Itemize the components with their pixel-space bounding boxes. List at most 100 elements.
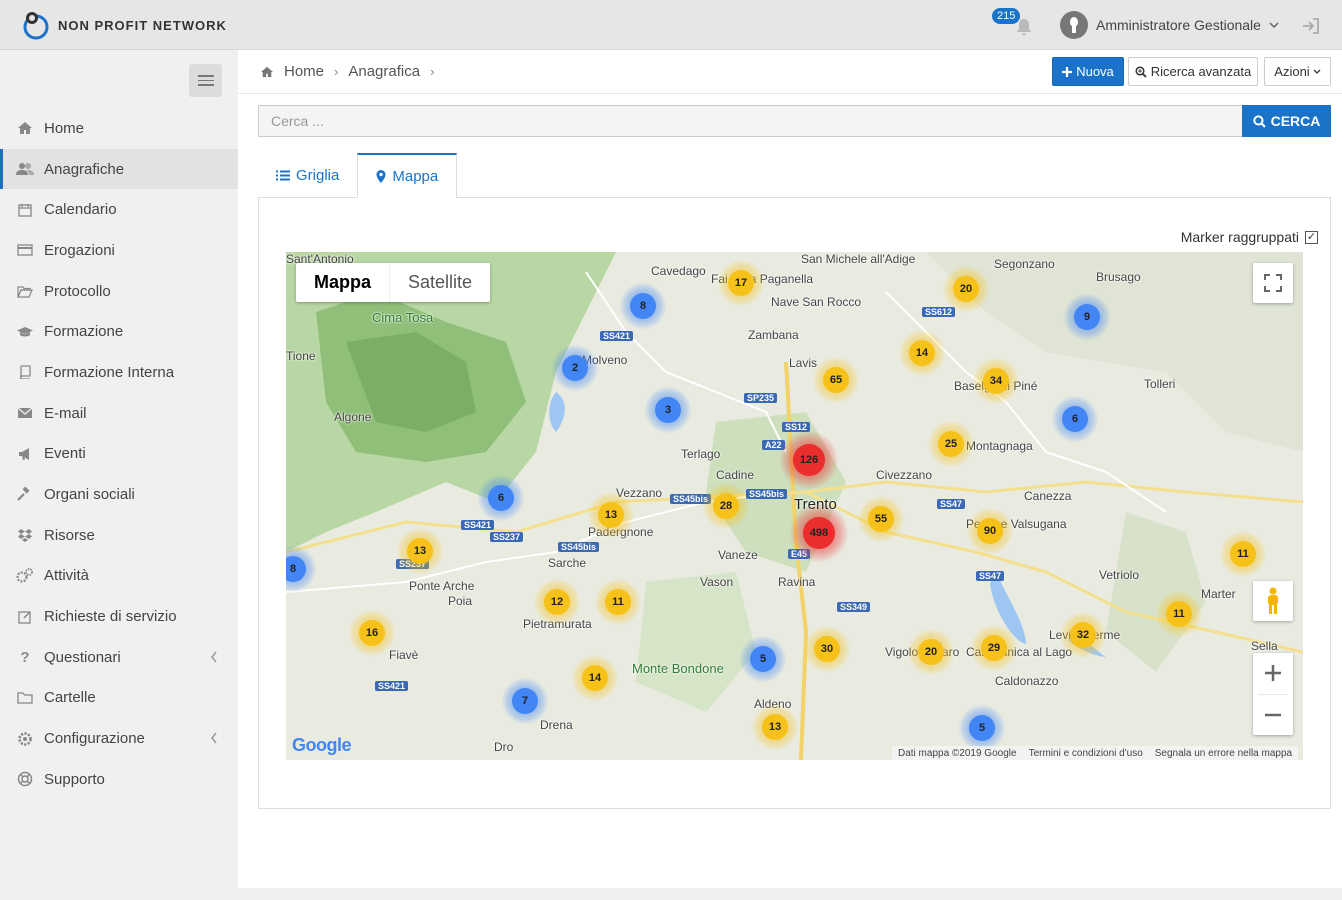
sidebar-item-supporto[interactable]: Supporto (0, 759, 238, 800)
edit-icon (16, 609, 34, 625)
map-cluster-marker[interactable]: 6 (1051, 395, 1099, 443)
logout-button[interactable] (1300, 15, 1322, 37)
map-cluster-marker[interactable]: 28 (702, 482, 750, 530)
breadcrumb-separator: › (430, 64, 435, 79)
cluster-count: 20 (918, 639, 944, 665)
map-cluster-marker[interactable]: 11 (1155, 590, 1203, 638)
map-cluster-marker[interactable]: 14 (571, 654, 619, 702)
street-view-pegman-button[interactable] (1253, 581, 1293, 621)
sidebar-item-configurazione[interactable]: Configurazione (0, 718, 238, 759)
map-cluster-marker[interactable]: 5 (739, 635, 787, 683)
sidebar-item-questionari[interactable]: ? Questionari (0, 637, 238, 678)
sidebar-item-eventi[interactable]: Eventi (0, 434, 238, 475)
sidebar-item-organi-sociali[interactable]: Organi sociali (0, 474, 238, 515)
tab-grid[interactable]: Griglia (258, 153, 358, 198)
zoom-out-button[interactable] (1253, 694, 1293, 735)
map-cluster-marker[interactable]: 498 (789, 503, 849, 563)
map-cluster-marker[interactable]: 126 (779, 430, 839, 490)
user-menu[interactable]: Amministratore Gestionale (1060, 10, 1279, 40)
user-name: Amministratore Gestionale (1096, 17, 1261, 33)
sidebar-toggle-button[interactable] (189, 64, 222, 97)
map-cluster-marker[interactable]: 13 (751, 703, 799, 751)
sidebar-item-risorse[interactable]: Risorse (0, 515, 238, 556)
logo-icon (23, 12, 49, 40)
map-cluster-marker[interactable]: 3 (644, 386, 692, 434)
cluster-count: 2 (562, 355, 588, 381)
cluster-count: 8 (286, 556, 306, 582)
map-cluster-marker[interactable]: 32 (1059, 611, 1107, 659)
map-cluster-marker[interactable]: 20 (907, 628, 955, 676)
map-cluster-marker[interactable]: 34 (972, 357, 1020, 405)
map-marker-icon (376, 169, 386, 183)
sidebar-item-cartelle[interactable]: Cartelle (0, 678, 238, 719)
brand-logo[interactable]: NON PROFIT NETWORK (22, 9, 227, 41)
sidebar-item-attivita[interactable]: Attività (0, 556, 238, 597)
actions-dropdown-button[interactable]: Azioni (1264, 57, 1331, 86)
chevron-left-icon (211, 732, 217, 744)
map-cluster-marker[interactable]: 30 (803, 625, 851, 673)
map-cluster-marker[interactable]: 2 (551, 344, 599, 392)
sidebar-item-formazione[interactable]: Formazione (0, 311, 238, 352)
zoom-in-button[interactable] (1253, 653, 1293, 694)
sidebar-item-label: Eventi (44, 445, 86, 463)
sidebar-item-home[interactable]: Home (0, 108, 238, 149)
map-type-map-button[interactable]: Mappa (296, 263, 391, 302)
sidebar-item-anagrafiche[interactable]: Anagrafiche (0, 148, 248, 190)
fullscreen-button[interactable] (1253, 263, 1293, 303)
map-cluster-marker[interactable]: 13 (587, 491, 635, 539)
map-cluster-marker[interactable]: 9 (1063, 293, 1111, 341)
map-cluster-marker[interactable]: 17 (717, 259, 765, 307)
search-button[interactable]: CERCA (1242, 105, 1331, 137)
map-cluster-marker[interactable]: 29 (970, 624, 1018, 672)
map-cluster-marker[interactable]: 6 (477, 474, 525, 522)
map-cluster-marker[interactable]: 13 (396, 527, 444, 575)
home-icon (16, 120, 34, 136)
new-button[interactable]: Nuova (1052, 57, 1124, 86)
road-shield: SS45bis (558, 542, 600, 552)
breadcrumb-home-link[interactable]: Home (284, 63, 324, 80)
sidebar-item-erogazioni[interactable]: Erogazioni (0, 230, 238, 271)
sidebar-item-richieste-di-servizio[interactable]: Richieste di servizio (0, 596, 238, 637)
sidebar-item-label: Supporto (44, 770, 105, 788)
sidebar-item-formazione-interna[interactable]: Formazione Interna (0, 352, 238, 393)
cluster-count: 12 (544, 589, 570, 615)
cluster-markers-toggle[interactable]: Marker raggruppati ✓ (1181, 229, 1318, 245)
map-cluster-marker[interactable]: 7 (501, 677, 549, 725)
map-terms-link[interactable]: Termini e condizioni d'uso (1029, 748, 1143, 759)
map-cluster-marker[interactable]: 16 (348, 609, 396, 657)
sidebar-item-label: Formazione (44, 323, 124, 341)
cluster-count: 6 (1062, 406, 1088, 432)
notifications-button[interactable]: 215 (992, 8, 1036, 40)
cluster-count: 30 (814, 636, 840, 662)
map-cluster-marker[interactable]: 65 (812, 356, 860, 404)
cluster-count: 17 (728, 270, 754, 296)
cluster-count: 5 (969, 715, 995, 741)
sidebar-item-email[interactable]: E-mail (0, 393, 238, 434)
map-cluster-marker[interactable]: 25 (927, 420, 975, 468)
sidebar-item-protocollo[interactable]: Protocollo (0, 271, 238, 312)
map-cluster-marker[interactable]: 12 (533, 578, 581, 626)
map-cluster-marker[interactable]: 5 (958, 704, 1006, 752)
map-cluster-marker[interactable]: 20 (942, 265, 990, 313)
map-cluster-marker[interactable]: 90 (966, 507, 1014, 555)
map-cluster-marker[interactable]: 11 (594, 578, 642, 626)
map-canvas[interactable]: Sant'Antonio Cavedago Fai della Paganell… (286, 252, 1303, 760)
sidebar-item-calendario[interactable]: Calendario (0, 189, 238, 230)
search-input[interactable] (258, 105, 1243, 137)
advanced-search-button[interactable]: Ricerca avanzata (1128, 57, 1258, 86)
sidebar-item-label: Erogazioni (44, 241, 115, 259)
tab-map[interactable]: Mappa (357, 153, 458, 198)
map-type-satellite-button[interactable]: Satellite (390, 263, 490, 302)
map-cluster-marker[interactable]: 8 (619, 282, 667, 330)
sign-out-icon (1303, 18, 1319, 34)
place-label: San Michele all'Adige (801, 252, 916, 266)
map-cluster-marker[interactable]: 55 (857, 495, 905, 543)
plus-icon (1062, 66, 1073, 77)
map-cluster-marker[interactable]: 11 (1219, 530, 1267, 578)
map-cluster-marker[interactable]: 14 (898, 329, 946, 377)
breadcrumb-current[interactable]: Anagrafica (348, 63, 420, 80)
cluster-toggle-checkbox[interactable]: ✓ (1305, 230, 1318, 244)
road-shield: SS349 (837, 602, 871, 612)
map-report-error-link[interactable]: Segnala un errore nella mappa (1155, 748, 1292, 759)
sidebar-item-label: Anagrafiche (44, 160, 125, 178)
